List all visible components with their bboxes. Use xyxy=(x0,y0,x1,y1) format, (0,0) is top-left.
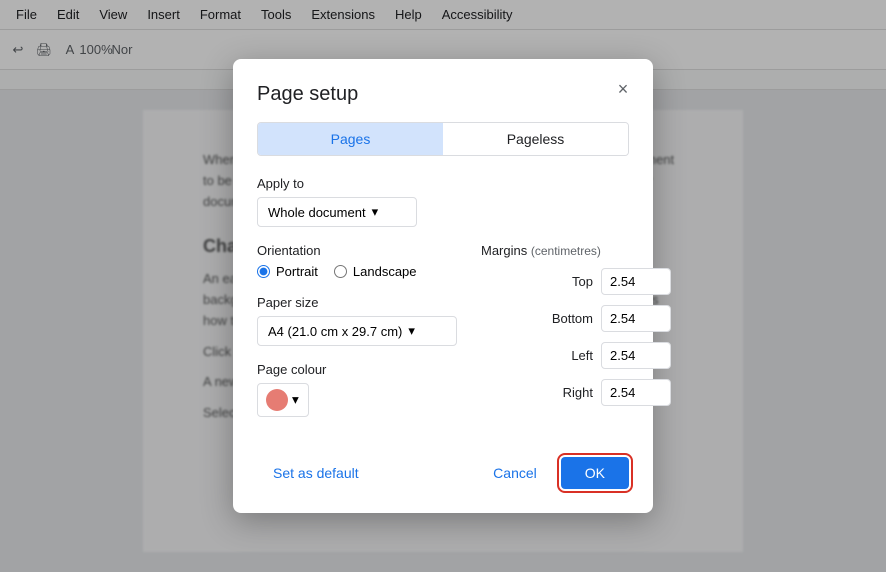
colour-dropdown-icon: ▾ xyxy=(292,392,299,408)
orientation-row: Orientation Portrait Landscape xyxy=(257,243,457,279)
apply-to-value: Whole document xyxy=(268,205,366,220)
cancel-button[interactable]: Cancel xyxy=(477,457,553,489)
margins-unit: (centimetres) xyxy=(531,244,601,258)
dialog-footer: Set as default Cancel OK xyxy=(257,457,629,489)
orientation-label: Orientation xyxy=(257,243,457,258)
bottom-margin-label: Bottom xyxy=(481,311,593,326)
right-margin-input[interactable] xyxy=(601,379,671,406)
landscape-radio[interactable] xyxy=(334,265,347,278)
margins-label: Margins xyxy=(481,243,527,258)
top-margin-input[interactable] xyxy=(601,268,671,295)
modal-overlay: Page setup × Pages Pageless Apply to Who… xyxy=(0,0,886,572)
portrait-option[interactable]: Portrait xyxy=(257,264,318,279)
close-button[interactable]: × xyxy=(609,75,637,103)
orientation-options: Portrait Landscape xyxy=(257,264,457,279)
landscape-option[interactable]: Landscape xyxy=(334,264,417,279)
margins-grid: Top Bottom Left Right xyxy=(481,268,681,406)
tab-pages[interactable]: Pages xyxy=(258,123,443,155)
dialog-title: Page setup xyxy=(257,83,629,106)
tab-group: Pages Pageless xyxy=(257,122,629,156)
page-colour-label: Page colour xyxy=(257,362,457,377)
portrait-label: Portrait xyxy=(276,264,318,279)
set-as-default-button[interactable]: Set as default xyxy=(257,457,375,489)
page-colour-button[interactable]: ▾ xyxy=(257,383,309,417)
ok-button[interactable]: OK xyxy=(561,457,629,489)
right-column: Margins (centimetres) Top Bottom Left Ri… xyxy=(481,243,681,433)
tab-pageless[interactable]: Pageless xyxy=(443,123,628,155)
two-col-layout: Orientation Portrait Landscape xyxy=(257,243,629,433)
paper-size-value: A4 (21.0 cm x 29.7 cm) xyxy=(268,324,402,339)
paper-size-label: Paper size xyxy=(257,295,457,310)
apply-to-chevron-icon: ▾ xyxy=(372,204,379,220)
paper-size-select[interactable]: A4 (21.0 cm x 29.7 cm) ▾ xyxy=(257,316,457,346)
paper-size-row: Paper size A4 (21.0 cm x 29.7 cm) ▾ xyxy=(257,295,457,346)
paper-size-chevron-icon: ▾ xyxy=(408,323,415,339)
right-margin-label: Right xyxy=(481,385,593,400)
left-margin-label: Left xyxy=(481,348,593,363)
bottom-margin-input[interactable] xyxy=(601,305,671,332)
top-margin-label: Top xyxy=(481,274,593,289)
left-margin-input[interactable] xyxy=(601,342,671,369)
apply-to-row: Apply to Whole document ▾ xyxy=(257,176,629,227)
margins-header: Margins (centimetres) xyxy=(481,243,681,258)
page-colour-circle xyxy=(266,389,288,411)
apply-to-label: Apply to xyxy=(257,176,629,191)
landscape-label: Landscape xyxy=(353,264,417,279)
left-column: Orientation Portrait Landscape xyxy=(257,243,457,433)
apply-to-select[interactable]: Whole document ▾ xyxy=(257,197,417,227)
page-colour-row: Page colour ▾ xyxy=(257,362,457,417)
portrait-radio[interactable] xyxy=(257,265,270,278)
page-setup-dialog: Page setup × Pages Pageless Apply to Who… xyxy=(233,59,653,513)
